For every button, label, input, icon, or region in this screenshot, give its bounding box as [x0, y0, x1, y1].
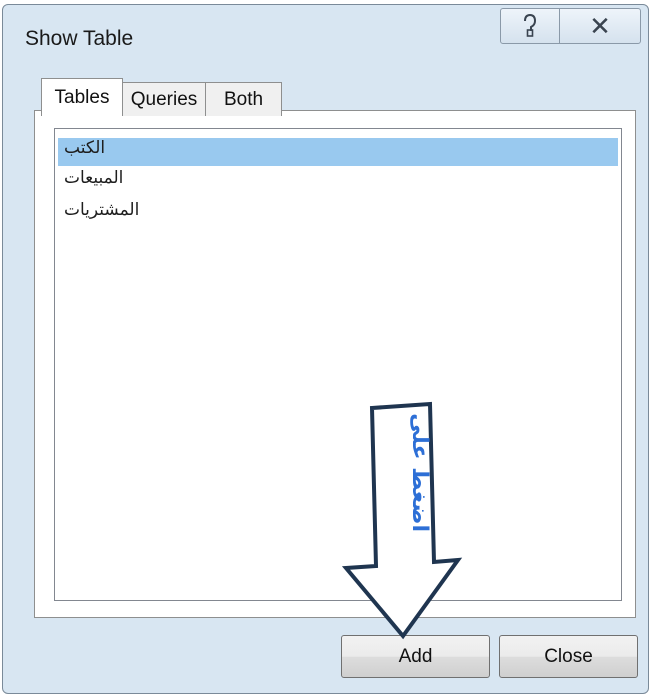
window-close-button[interactable]: ✕ [559, 8, 641, 44]
tab-queries[interactable]: Queries [122, 82, 206, 116]
list-item[interactable]: المبيعات [58, 168, 618, 196]
list-item[interactable]: المشتريات [58, 200, 618, 228]
table-listbox[interactable]: الكتب المبيعات المشتريات [54, 128, 622, 601]
close-icon: ✕ [589, 10, 611, 41]
help-button[interactable] [500, 8, 560, 44]
tab-tables[interactable]: Tables [41, 78, 123, 116]
list-item[interactable]: الكتب [58, 138, 618, 166]
close-button[interactable]: Close [499, 635, 638, 678]
annotation-label: اضغط على [407, 413, 432, 532]
dialog-title: Show Table [25, 27, 134, 50]
help-icon [524, 13, 537, 37]
tab-both[interactable]: Both [205, 82, 282, 116]
